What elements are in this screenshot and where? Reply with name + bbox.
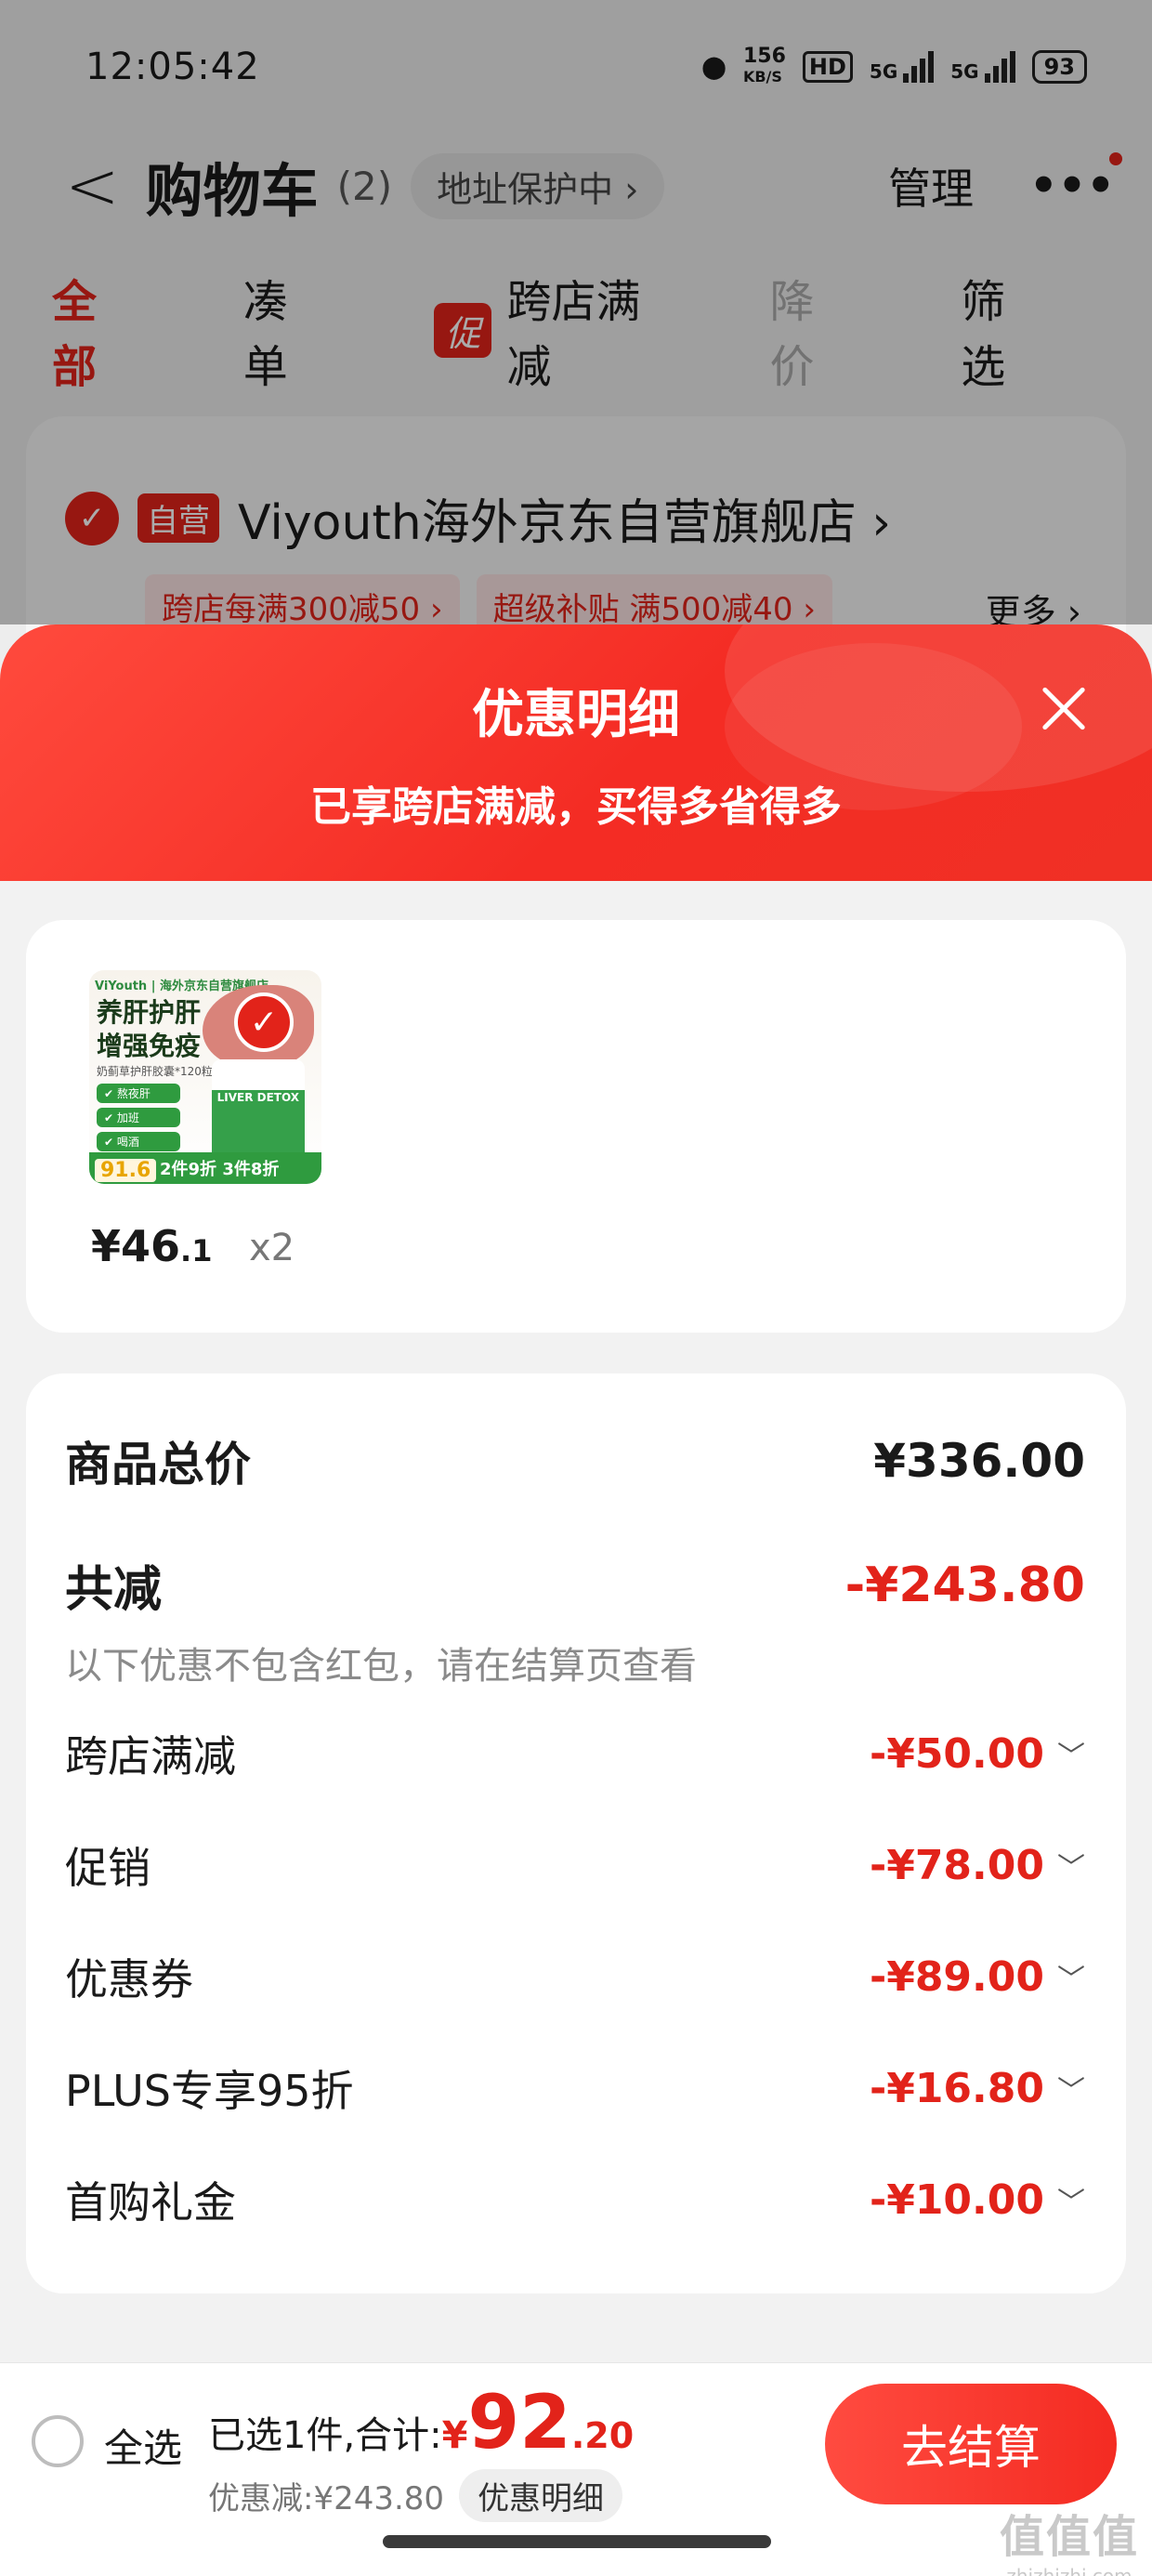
- sheet-title: 优惠明细: [472, 685, 680, 745]
- watermark-url: zhizhizhi.com: [1006, 2565, 1132, 2576]
- net-speed: 156: [742, 45, 786, 68]
- chevron-down-icon: ﹀: [1057, 2187, 1085, 2219]
- check-badge-icon: ✓: [234, 992, 294, 1052]
- total-value: ¥336.00: [873, 1434, 1085, 1488]
- shop-check-icon[interactable]: ✓: [65, 491, 119, 545]
- product-card: ViYouth | 海外京东自营旗舰店 ✓ 养肝护肝 增强免疫 奶蓟草护肝胶囊*1…: [26, 920, 1126, 1333]
- select-all-radio[interactable]: [32, 2415, 84, 2467]
- location-icon: ⬤: [701, 54, 727, 80]
- product-price: ¥46.1: [91, 1221, 213, 1271]
- close-icon[interactable]: [1031, 677, 1096, 742]
- select-all-label[interactable]: 全选: [104, 2417, 182, 2474]
- more-icon[interactable]: •••: [1029, 152, 1123, 212]
- page-title: 购物车: [145, 157, 319, 225]
- product-image[interactable]: ViYouth | 海外京东自营旗舰店 ✓ 养肝护肝 增强免疫 奶蓟草护肝胶囊*1…: [89, 970, 321, 1184]
- tab-price-drop[interactable]: 降价: [770, 265, 850, 395]
- checkout-button[interactable]: 去结算: [825, 2384, 1117, 2504]
- nav-bar: < 购物车 (2) 地址保护中 › 管理 •••: [65, 139, 1123, 232]
- filter-tabs: 全部 凑单 促 跨店满减 降价 筛选: [52, 276, 1152, 393]
- discount-note: 以下优惠不包含红包，请在结算页查看: [65, 1645, 697, 1688]
- discount-item-first-purchase[interactable]: 首购礼金 -¥10.00 ﹀: [65, 2169, 1085, 2230]
- tab-cross-store[interactable]: 促 跨店满减: [434, 265, 658, 395]
- discount-item-coupon[interactable]: 优惠券 -¥89.00 ﹀: [65, 1946, 1085, 2007]
- reduce-label: 共减: [65, 1562, 163, 1618]
- product-quantity: x2: [249, 1227, 295, 1269]
- manage-button[interactable]: 管理: [888, 155, 974, 217]
- back-icon[interactable]: <: [65, 148, 120, 224]
- total-row: 商品总价 ¥336.00: [65, 1427, 1085, 1494]
- tab-filter[interactable]: 筛选: [961, 265, 1041, 395]
- chevron-down-icon: ﹀: [1057, 1852, 1085, 1885]
- chevron-down-icon: ﹀: [1057, 2075, 1085, 2108]
- promo-badge-icon: 促: [434, 302, 492, 358]
- selected-total: 已选1件,合计: ¥ 92 .20: [208, 2379, 635, 2465]
- tab-bundle[interactable]: 凑单: [243, 265, 323, 395]
- status-time: 12:05:42: [85, 46, 260, 88]
- total-label: 商品总价: [65, 1438, 251, 1492]
- discount-summary: 优惠减:¥243.80 优惠明细: [208, 2469, 623, 2522]
- reduce-value: -¥243.80: [844, 1557, 1085, 1613]
- reduce-row: 共减 -¥243.80: [65, 1550, 1085, 1620]
- tab-all[interactable]: 全部: [52, 265, 132, 395]
- tab-cross-store-label: 跨店满减: [506, 276, 641, 393]
- shop-name[interactable]: Viyouth海外京东自营旗舰店 ›: [238, 483, 891, 553]
- sheet-header: 优惠明细 已享跨店满减，买得多省得多: [0, 624, 1152, 881]
- chevron-down-icon: ﹀: [1057, 1741, 1085, 1773]
- address-protect-button[interactable]: 地址保护中 ›: [411, 152, 665, 219]
- discount-detail-sheet: 优惠明细 已享跨店满减，买得多省得多 ViYouth | 海外京东自营旗舰店 ✓…: [0, 624, 1152, 2576]
- summary-card: 商品总价 ¥336.00 共减 -¥243.80 以下优惠不包含红包，请在结算页…: [26, 1373, 1126, 2293]
- hd-icon: HD: [802, 51, 853, 83]
- net-unit: KB/S: [742, 68, 782, 85]
- self-operated-badge: 自营: [137, 493, 219, 543]
- discount-item-promotion[interactable]: 促销 -¥78.00 ﹀: [65, 1834, 1085, 1896]
- sheet-subtitle: 已享跨店满减，买得多省得多: [310, 783, 842, 831]
- signal-icon-1: 5G: [870, 51, 935, 83]
- chevron-down-icon: ﹀: [1057, 1964, 1085, 1996]
- status-bar: 12:05:42 ⬤ 156 KB/S HD 5G 5G 93: [85, 39, 1087, 95]
- watermark-logo: 值值值: [999, 2511, 1139, 2563]
- discount-detail-button[interactable]: 优惠明细: [459, 2469, 623, 2522]
- watermark: 值值值 zhizhizhi.com: [1000, 2500, 1139, 2576]
- home-indicator[interactable]: [383, 2535, 771, 2548]
- battery-icon: 93: [1031, 50, 1087, 84]
- discount-item-plus[interactable]: PLUS专享95折 -¥16.80 ﹀: [65, 2057, 1085, 2119]
- signal-icon-2: 5G: [950, 51, 1015, 83]
- discount-item-cross-store[interactable]: 跨店满减 -¥50.00 ﹀: [65, 1723, 1085, 1784]
- cart-count: (2): [336, 163, 393, 209]
